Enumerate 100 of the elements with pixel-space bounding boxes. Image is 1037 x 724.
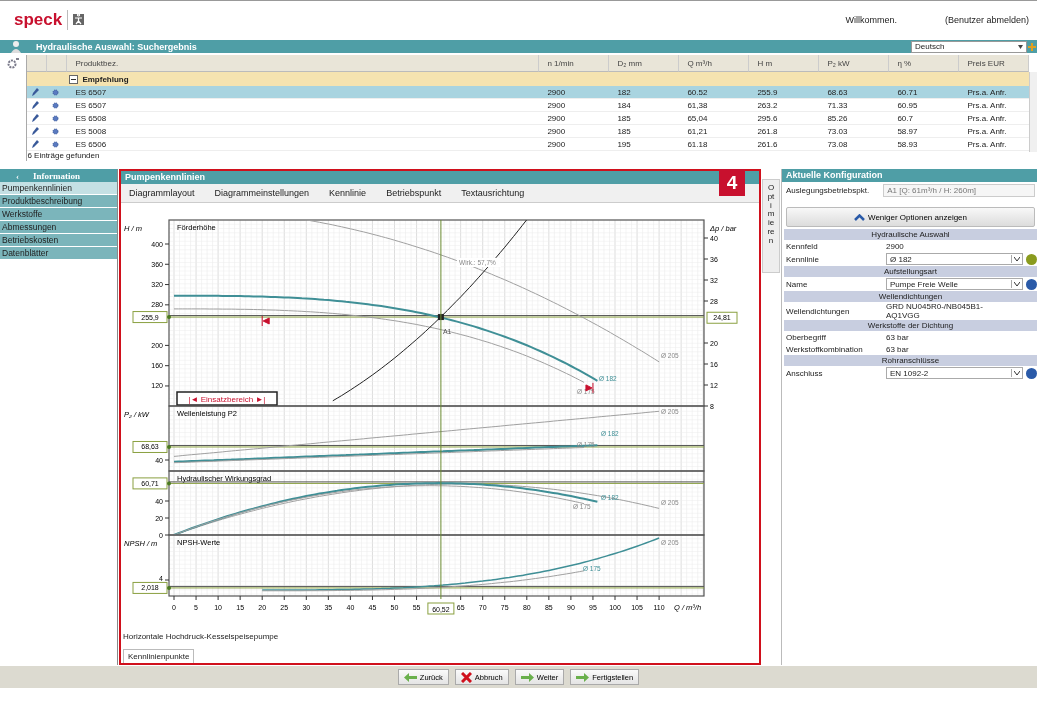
- chevron-up-icon: [854, 213, 865, 221]
- field-value: GRD NU045R0-/NB045B1-AQ1VGG: [886, 302, 984, 320]
- table-cell: 61,38: [679, 99, 750, 112]
- range-marker-icon: [585, 382, 594, 394]
- table-cell: 73.03: [819, 125, 890, 138]
- table-cell: 2900: [539, 125, 610, 138]
- column-header[interactable]: Q m³/h: [679, 55, 750, 72]
- gear-icon[interactable]: [7, 58, 20, 69]
- value-marker-icon: [167, 481, 171, 486]
- menu-item[interactable]: Kennlinie: [329, 188, 367, 198]
- table-cell: 60.95: [889, 99, 960, 112]
- table-cell: 185: [609, 125, 680, 138]
- table-cell: 2900: [539, 138, 610, 151]
- table-cell: 73.08: [819, 138, 890, 151]
- section-header: Wellendichtungen: [784, 291, 1037, 302]
- column-header[interactable]: Produktbez.: [67, 55, 540, 72]
- field-label: Auslegungsbetriebspkt.: [786, 185, 870, 195]
- table-cell: ES 5008: [67, 125, 540, 138]
- result-count: 6 Einträge gefunden: [27, 151, 101, 161]
- sidebar-item[interactable]: Abmessungen: [0, 221, 117, 234]
- section-header: Aufstellungsart: [784, 266, 1037, 277]
- section-header: Werkstoffe der Dichtung: [784, 320, 1037, 331]
- collapse-icon[interactable]: [69, 74, 79, 84]
- column-header[interactable]: P₂ kW: [819, 55, 890, 72]
- menu-item[interactable]: Betriebspunkt: [386, 188, 442, 198]
- column-header: [27, 55, 48, 72]
- column-header[interactable]: Preis EUR: [959, 55, 1030, 72]
- field-label: Oberbegriff: [786, 332, 827, 342]
- table-cell: 185: [609, 112, 680, 125]
- language-select[interactable]: Deutsch: [911, 40, 1027, 53]
- dropdown[interactable]: EN 1092-2: [886, 367, 1023, 379]
- table-cell: 85.26: [819, 112, 890, 125]
- optimize-tab[interactable]: Optimieren: [762, 179, 780, 273]
- table-cell: 184: [609, 99, 680, 112]
- menu-item[interactable]: Diagrammlayout: [129, 188, 195, 198]
- section-header: Rohranschlüsse: [784, 355, 1037, 366]
- table-cell: 61.18: [679, 138, 750, 151]
- figure-icon: [73, 14, 85, 25]
- table-cell: ES 6506: [67, 138, 540, 151]
- tab[interactable]: Kennlinienpunkte: [123, 649, 195, 663]
- arrow-right-icon: [520, 672, 534, 682]
- info-icon[interactable]: [1026, 367, 1037, 379]
- menu-item[interactable]: Textausrichtung: [461, 188, 525, 198]
- table-cell: 261.6: [749, 138, 820, 151]
- dropdown[interactable]: Ø 182: [886, 253, 1023, 265]
- column-header[interactable]: H m: [749, 55, 820, 72]
- welcome-text: Willkommen.: [845, 14, 897, 25]
- table-cell: 261.8: [749, 125, 820, 138]
- dropdown[interactable]: Pumpe Freie Welle: [886, 278, 1023, 290]
- table-cell: 68.63: [819, 86, 890, 99]
- table-cell: ES 6507: [67, 99, 540, 112]
- table-cell: 2900: [539, 86, 610, 99]
- toggle-options-button[interactable]: Weniger Optionen anzeigen: [786, 207, 1035, 227]
- panel-title: Aktuelle Konfiguration: [782, 169, 1037, 182]
- field-label: Name: [786, 279, 809, 289]
- sidebar-item[interactable]: Pumpenkennlinien: [0, 182, 117, 195]
- table-cell: 255.9: [749, 86, 820, 99]
- chart-caption: Horizontale Hochdruck-Kesselspeisepumpe: [122, 632, 280, 641]
- scrollbar[interactable]: [1029, 72, 1037, 152]
- field-label: Wellendichtungen: [786, 306, 851, 316]
- caret-icon: [1018, 44, 1023, 49]
- table-cell: 60.71: [889, 86, 960, 99]
- section-header: Hydraulische Auswahl: [784, 229, 1037, 240]
- table-cell: 263.2: [749, 99, 820, 112]
- table-cell: ES 6508: [67, 112, 540, 125]
- table-cell: 182: [609, 86, 680, 99]
- field-label: Anschluss: [786, 368, 824, 378]
- table-cell: 60.7: [889, 112, 960, 125]
- column-header[interactable]: η %: [889, 55, 960, 72]
- field-label: Kennlinie: [786, 254, 820, 264]
- table-cell: ES 6507: [67, 86, 540, 99]
- close-icon: [460, 671, 472, 683]
- sidebar-title: Information: [33, 170, 80, 181]
- table-cell: 65,04: [679, 112, 750, 125]
- column-header[interactable]: D₂ mm: [609, 55, 680, 72]
- logout-link[interactable]: (Benutzer abmelden): [944, 14, 1029, 25]
- number-badge: 4: [719, 169, 745, 196]
- menu-item[interactable]: Diagrammeinstellungen: [214, 188, 310, 198]
- sidebar-item[interactable]: Betriebskosten: [0, 234, 117, 247]
- arrow-left-icon: [403, 672, 417, 682]
- column-header[interactable]: n 1/min: [539, 55, 610, 72]
- table-cell: 2900: [539, 112, 610, 125]
- chevron-down-icon: [1014, 282, 1020, 286]
- info-icon[interactable]: [1026, 278, 1037, 290]
- sidebar-item[interactable]: Produktbeschreibung: [0, 195, 117, 208]
- sidebar-item[interactable]: Werkstoffe: [0, 208, 117, 221]
- range-label: |◄ Einsatzbereich ►|: [176, 391, 278, 406]
- info-icon[interactable]: [1026, 253, 1037, 265]
- group-label: Empfehlung: [82, 74, 129, 84]
- operating-point-icon: [437, 314, 444, 321]
- arrow-right-icon: [576, 672, 590, 682]
- table-cell: Prs.a. Anfr.: [959, 86, 1030, 99]
- sidebar-item[interactable]: Datenblätter: [0, 247, 117, 260]
- value-marker-icon: [167, 444, 171, 449]
- chevron-down-icon: [1014, 371, 1020, 375]
- field-value: 63 bar: [886, 344, 910, 354]
- field-value: 2900: [886, 241, 905, 251]
- value-marker-icon: [167, 315, 171, 320]
- field-label: Werkstoffkombination: [786, 344, 864, 354]
- logo: speck: [14, 9, 69, 30]
